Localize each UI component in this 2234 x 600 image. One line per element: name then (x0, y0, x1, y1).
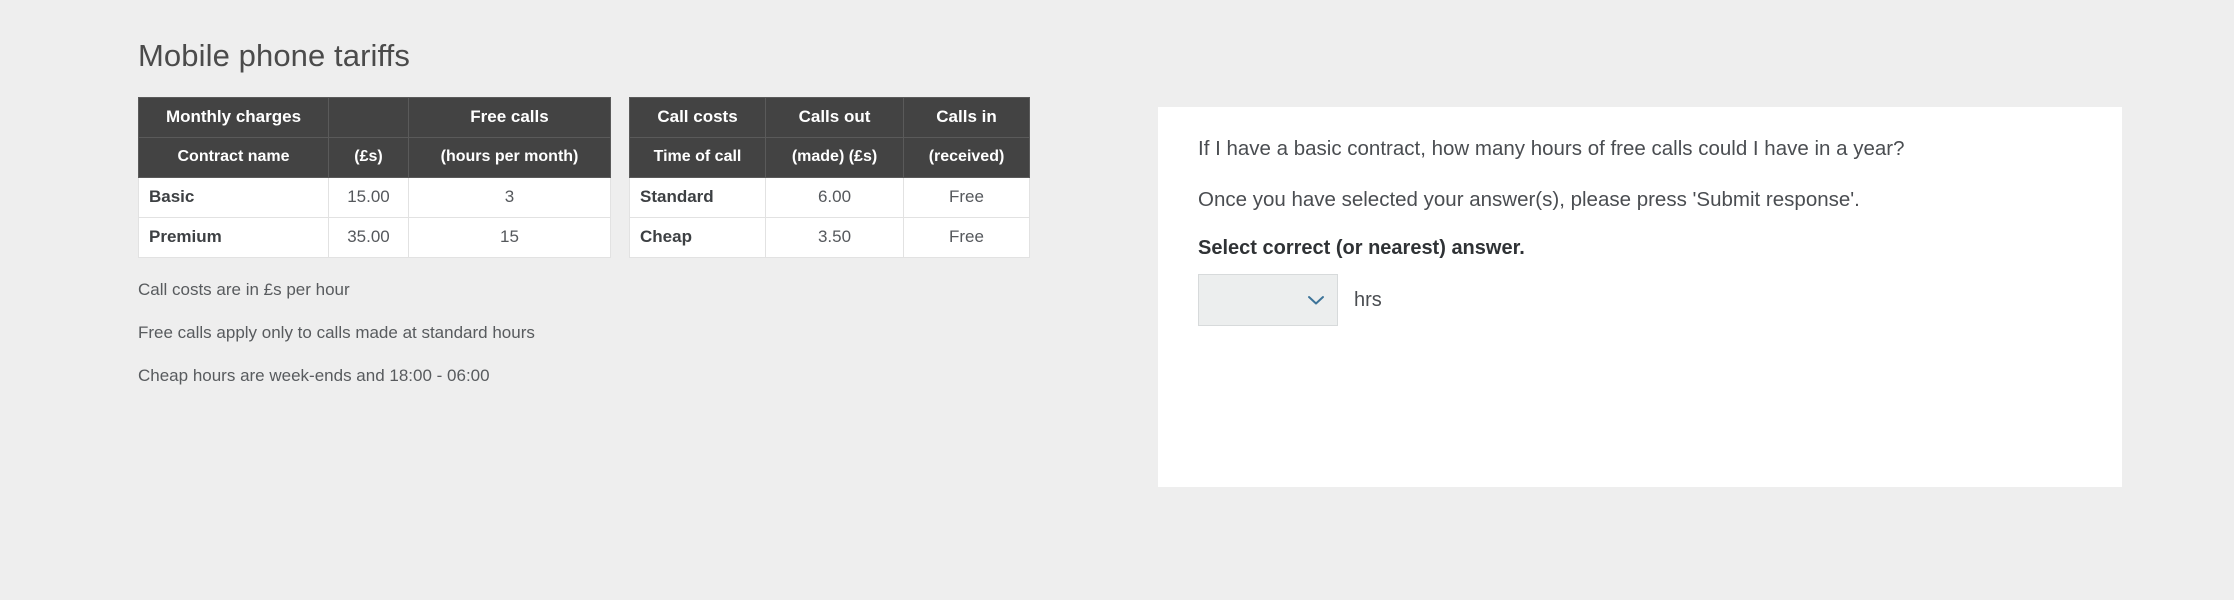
tables-row: Monthly charges Free calls Contract name… (138, 96, 1038, 258)
cell-value: Free (903, 216, 1030, 258)
row-label: Cheap (629, 216, 766, 258)
call-costs-table: Call costs Calls out Calls in Time of ca… (629, 96, 1030, 258)
question-panel: If I have a basic contract, how many hou… (1158, 107, 2122, 487)
group-header-cell: Call costs (629, 96, 766, 138)
row-label: Standard (629, 176, 766, 218)
column-header-cell: (hours per month) (408, 136, 611, 178)
column-header-cell: (received) (903, 136, 1030, 178)
table-group-header-row: Monthly charges Free calls (138, 96, 611, 138)
table-row: Cheap 3.50 Free (629, 216, 1030, 258)
question-instruction: Once you have selected your answer(s), p… (1198, 188, 1860, 212)
column-header-cell: Time of call (629, 136, 766, 178)
cell-value: 6.00 (765, 176, 904, 218)
cell-value: 35.00 (328, 216, 409, 258)
table-column-header-row: Contract name (£s) (hours per month) (138, 136, 611, 178)
question-prompt: If I have a basic contract, how many hou… (1198, 137, 1905, 160)
answer-row: hrs (1198, 274, 2082, 327)
group-header-cell: Monthly charges (138, 96, 329, 138)
row-label: Premium (138, 216, 329, 258)
footnote-line: Call costs are in £s per hour (138, 279, 350, 299)
group-header-cell: Calls in (903, 96, 1030, 138)
chevron-down-icon (1307, 294, 1325, 306)
table-column-header-row: Time of call (made) (£s) (received) (629, 136, 1030, 178)
cell-value: 3.50 (765, 216, 904, 258)
page-title: Mobile phone tariffs (138, 38, 410, 73)
table-row: Premium 35.00 15 (138, 216, 611, 258)
group-header-cell: Calls out (765, 96, 904, 138)
group-header-cell-blank (328, 96, 409, 138)
cell-value: Free (903, 176, 1030, 218)
footnote-line: Free calls apply only to calls made at s… (138, 323, 535, 343)
table-row: Basic 15.00 3 (138, 176, 611, 218)
column-header-cell: (£s) (328, 136, 409, 178)
column-header-cell: (made) (£s) (765, 136, 904, 178)
table-row: Standard 6.00 Free (629, 176, 1030, 218)
column-header-cell: Contract name (138, 136, 329, 178)
select-answer-label: Select correct (or nearest) answer. (1198, 237, 1525, 260)
table-group-header-row: Call costs Calls out Calls in (629, 96, 1030, 138)
cell-value: 15.00 (328, 176, 409, 218)
group-header-cell: Free calls (408, 96, 611, 138)
row-label: Basic (138, 176, 329, 218)
answer-select[interactable] (1198, 274, 1338, 327)
footnote-line: Cheap hours are week-ends and 18:00 - 06… (138, 366, 490, 386)
footnotes: Call costs are in £s per hour Free calls… (138, 280, 1038, 387)
cell-value: 3 (408, 176, 611, 218)
unit-label: hrs (1354, 288, 1382, 311)
monthly-charges-table: Monthly charges Free calls Contract name… (138, 96, 611, 258)
tariff-content-column: Mobile phone tariffs Monthly charges Fre… (138, 38, 1038, 387)
cell-value: 15 (408, 216, 611, 258)
